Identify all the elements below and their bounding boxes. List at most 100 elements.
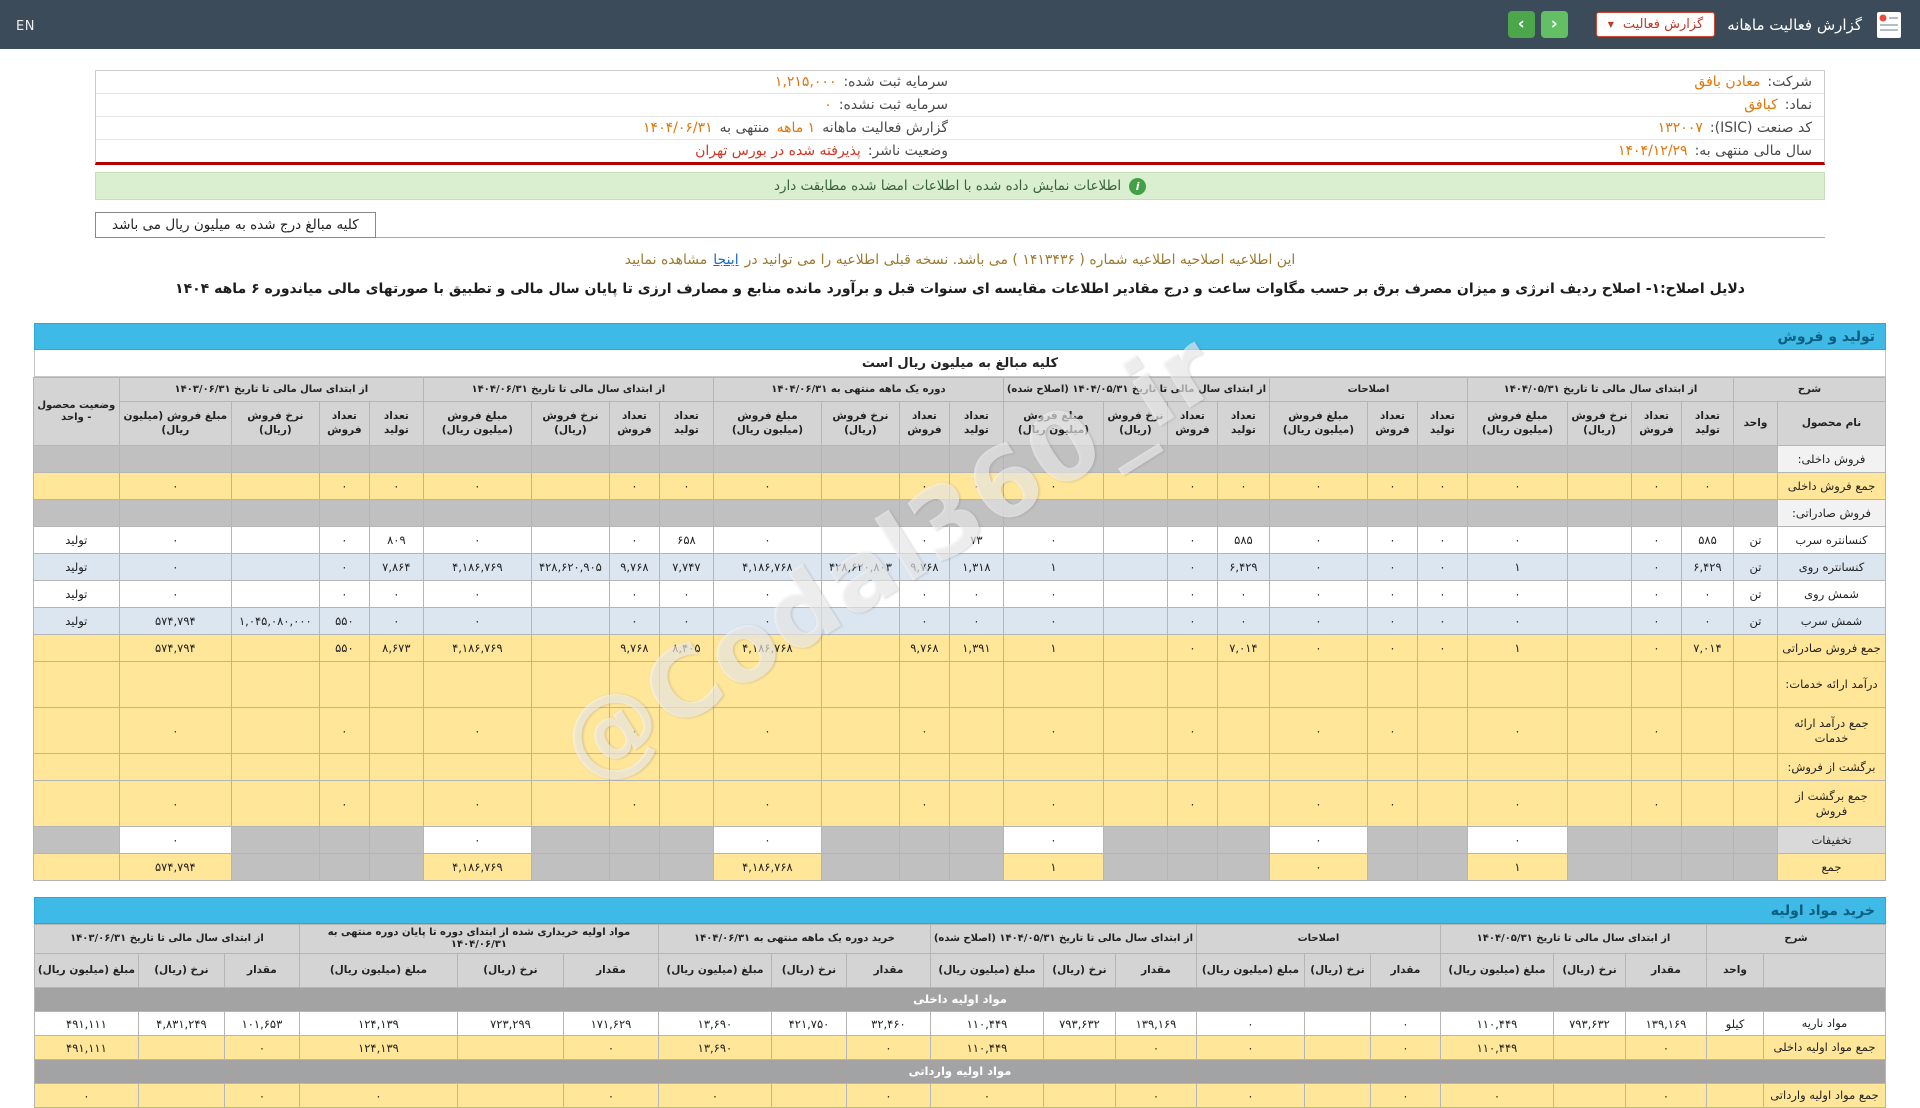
cell-value: ۰	[929, 1083, 1044, 1108]
cell-value	[820, 607, 900, 635]
table-row: جمع مواد اولیه وارداتی ۰ ۰ ۰ ۰ ۰ ۰ ۰ ۰ ۰ ۰ ۰ ۰	[33, 1083, 1886, 1108]
topbar: گزارش فعالیت ماهانه گزارش فعالیت ▼ ‹ › E…	[0, 0, 1920, 49]
cell-value: ۰	[118, 826, 232, 854]
production-amounts-note-text: کلیه مبالغ به میلیون ریال است	[861, 355, 1059, 371]
row-unit	[1732, 634, 1779, 662]
row-unit	[1732, 853, 1779, 881]
col-subheader: مبلغ (میلیون ریال)	[657, 953, 772, 988]
info-value: ۱ ماهه	[776, 120, 816, 136]
cell-value: ۰	[608, 780, 660, 827]
cell-empty	[820, 661, 900, 708]
row-unit: کیلو	[1705, 1011, 1765, 1036]
production-section-bar: تولید و فروش	[34, 323, 1886, 350]
info-label: سال مالی منتهی به:	[1694, 143, 1812, 159]
cell-empty	[898, 499, 950, 527]
cell-empty	[1366, 826, 1418, 854]
cell-empty	[530, 826, 610, 854]
table-row: جمع فروش داخلی ۰ ۰ ۰ ۰ ۰ ۰ ۰ ۰ ۰ ۰ ۰ ۰ ۰ ۰ ۰ ۰ ۰ ۰	[32, 472, 1886, 500]
revision-note-post: مشاهده نمایید	[624, 252, 708, 268]
cell-value: ۰	[1466, 707, 1568, 754]
cell-empty	[1416, 661, 1468, 708]
cell-empty	[1466, 661, 1568, 708]
cell-value: ۴,۱۸۶,۷۶۸	[712, 853, 822, 881]
cell-value: ۰	[1630, 707, 1682, 754]
cell-value: ۰	[1114, 1083, 1197, 1108]
revision-reason: دلایل اصلاح:۱- اصلاح ردیف انرژی و میزان …	[175, 281, 1745, 297]
cell-empty	[1166, 826, 1218, 854]
cell-value: ۰	[422, 780, 532, 827]
col-subheader: نرخ (ریال)	[137, 953, 225, 988]
cell-empty	[318, 826, 370, 854]
col-subheader: تعداد تولید	[1416, 401, 1468, 446]
cell-value: ۴۲۱,۷۵۰	[770, 1011, 847, 1036]
materials-section-title: خرید مواد اولیه	[1770, 902, 1875, 919]
cell-value: ۴,۱۸۶,۷۶۹	[422, 853, 532, 881]
cell-value: ۰	[1369, 1035, 1441, 1060]
cell-empty	[1366, 499, 1418, 527]
col-group-desc: شرح	[1732, 377, 1887, 402]
cell-value	[820, 472, 900, 500]
cell-value: ۱۱۰,۴۴۹	[929, 1011, 1044, 1036]
cell-empty	[368, 499, 424, 527]
cell-value	[230, 634, 320, 662]
col-group: اصلاحات	[1195, 924, 1441, 954]
cell-value: ۰	[1466, 580, 1568, 608]
col-subheader: تعداد تولید	[948, 401, 1004, 446]
cell-empty	[1366, 753, 1418, 781]
cell-empty	[368, 445, 424, 473]
cell-empty	[712, 753, 822, 781]
cell-empty	[1680, 499, 1734, 527]
cell-value: ۰	[318, 780, 370, 827]
col-subheader: تعداد فروش	[1366, 401, 1418, 446]
cell-value: ۴۹۱,۱۱۱	[33, 1011, 139, 1036]
cell-empty	[820, 853, 900, 881]
company-info-row: شرکت: معادن بافق سرمایه ثبت شده: ۱,۲۱۵,۰۰۰	[96, 71, 1824, 93]
row-status	[32, 707, 120, 754]
cell-value: ۰	[1195, 1011, 1305, 1036]
row-label: جمع فروش صادراتی	[1777, 634, 1886, 662]
cell-value	[1042, 1035, 1116, 1060]
cell-value: ۰	[33, 1083, 139, 1108]
previous-version-link[interactable]: اینجا	[713, 252, 738, 268]
prev-report-button[interactable]: ‹	[1507, 11, 1535, 38]
cell-value: ۰	[1195, 1035, 1305, 1060]
cell-empty	[712, 661, 822, 708]
row-unit	[1732, 780, 1779, 827]
cell-value	[530, 526, 610, 554]
cell-value: ۰	[1002, 780, 1104, 827]
cell-empty	[1268, 445, 1368, 473]
col-subheader: نرخ (ریال)	[456, 953, 564, 988]
cell-value: ۰	[1268, 526, 1368, 554]
cell-value: ۰	[948, 580, 1004, 608]
cell-value: ۰	[1369, 1083, 1441, 1108]
revision-note: این اطلاعیه اصلاحیه اطلاعیه شماره ( ۱۴۱۳…	[95, 252, 1825, 268]
cell-value	[1566, 707, 1632, 754]
cell-value: ۰	[1366, 634, 1418, 662]
cell-empty	[530, 661, 610, 708]
col-subheader: تعداد تولید	[368, 401, 424, 446]
cell-value: ۰	[1466, 780, 1568, 827]
cell-value: ۰	[318, 580, 370, 608]
cell-value: ۰	[1680, 580, 1734, 608]
row-unit: تن	[1732, 607, 1779, 635]
row-unit	[1732, 472, 1779, 500]
language-toggle[interactable]: EN	[16, 19, 35, 34]
cell-empty	[118, 661, 232, 708]
cell-empty	[1268, 661, 1368, 708]
report-type-dropdown[interactable]: گزارش فعالیت ▼	[1595, 12, 1716, 37]
cell-value: ۵۷۴,۷۹۴	[118, 634, 232, 662]
row-label: جمع برگشت از فروش	[1777, 780, 1886, 827]
row-status	[32, 661, 120, 708]
cell-empty	[1566, 445, 1632, 473]
cell-value: ۱	[1466, 634, 1568, 662]
cell-value: ۰	[1166, 553, 1218, 581]
col-group: دوره یک ماهه منتهی به ۱۴۰۴/۰۶/۳۱	[712, 377, 1004, 402]
cell-empty	[1166, 445, 1218, 473]
next-report-button[interactable]: ›	[1540, 11, 1568, 38]
cell-empty	[1166, 499, 1218, 527]
cell-empty	[948, 445, 1004, 473]
cell-value: ۰	[1630, 553, 1682, 581]
row-unit: تن	[1732, 526, 1779, 554]
cell-value	[1216, 780, 1270, 827]
col-subheader: مبلغ فروش (میلیون ریال)	[422, 401, 532, 446]
